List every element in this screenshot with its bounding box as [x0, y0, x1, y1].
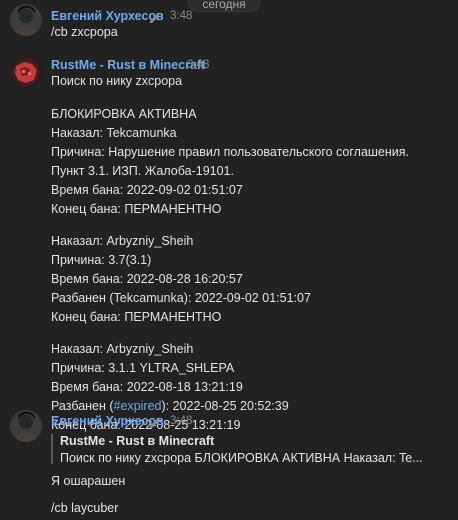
message-line: Время бана: 2022-09-02 01:51:07 — [51, 183, 243, 197]
quote-bar — [51, 434, 53, 464]
message-line: Наказал: Arbyzniy_Sheih — [51, 234, 194, 248]
message-line: Конец бана: ПЕРМАНЕНТНО — [51, 202, 222, 216]
message-line: Наказал: Tekcamunka — [51, 126, 177, 140]
message-line: Причина: Нарушение правил пользовательск… — [51, 145, 410, 159]
edit-icon — [149, 416, 161, 428]
expired-hashtag-link[interactable]: #expired — [114, 399, 162, 413]
message-line: Время бана: 2022-08-28 16:20:57 — [51, 272, 243, 286]
edit-icon — [149, 11, 161, 23]
user-avatar[interactable] — [10, 4, 42, 36]
message-text: /cb laycuber — [51, 501, 119, 515]
message-time[interactable]: 3:48 — [187, 59, 209, 71]
author-name[interactable]: Евгений Хурхесов — [51, 414, 164, 428]
quoted-author[interactable]: RustMe - Rust в Minecraft — [60, 434, 214, 448]
message-line: Причина: 3.1.1 YLTRA_SHLEPA — [51, 361, 235, 375]
message-line: БЛОКИРОВКА АКТИВНА — [51, 107, 197, 121]
message-line: Время бана: 2022-08-18 13:21:19 — [51, 380, 243, 394]
unban-prefix: Разбанен ( — [51, 399, 114, 413]
message-line: Конец бана: ПЕРМАНЕНТНО — [51, 310, 222, 324]
message-line: Разбанен (Tekcamunka): 2022-09-02 01:51:… — [51, 291, 311, 305]
bot-avatar[interactable] — [10, 56, 42, 88]
message-line: Поиск по нику zxcpopa — [51, 74, 183, 88]
message-time[interactable]: 3:48 — [170, 10, 192, 22]
date-divider: сегодня — [188, 0, 260, 12]
quoted-text: Поиск по нику zxcpopa БЛОКИРОВКА АКТИВНА… — [60, 451, 423, 465]
user-avatar[interactable] — [10, 410, 42, 442]
author-name[interactable]: Евгений Хурхесов — [51, 9, 164, 23]
message-line: Наказал: Arbyzniy_Sheih — [51, 342, 194, 356]
unban-suffix: ): 2022-08-25 20:52:39 — [161, 399, 289, 413]
message-time[interactable]: 3:48 — [170, 415, 192, 427]
message-text: /cb zxcpopa — [51, 25, 118, 39]
message-text: Я ошарашен — [51, 474, 126, 488]
message-line: Пункт 3.1. ИЗП. Жалоба-19101. — [51, 164, 234, 178]
message-line: Причина: 3.7(3.1) — [51, 253, 152, 267]
author-name[interactable]: RustMe - Rust в Minecraft — [51, 58, 205, 72]
